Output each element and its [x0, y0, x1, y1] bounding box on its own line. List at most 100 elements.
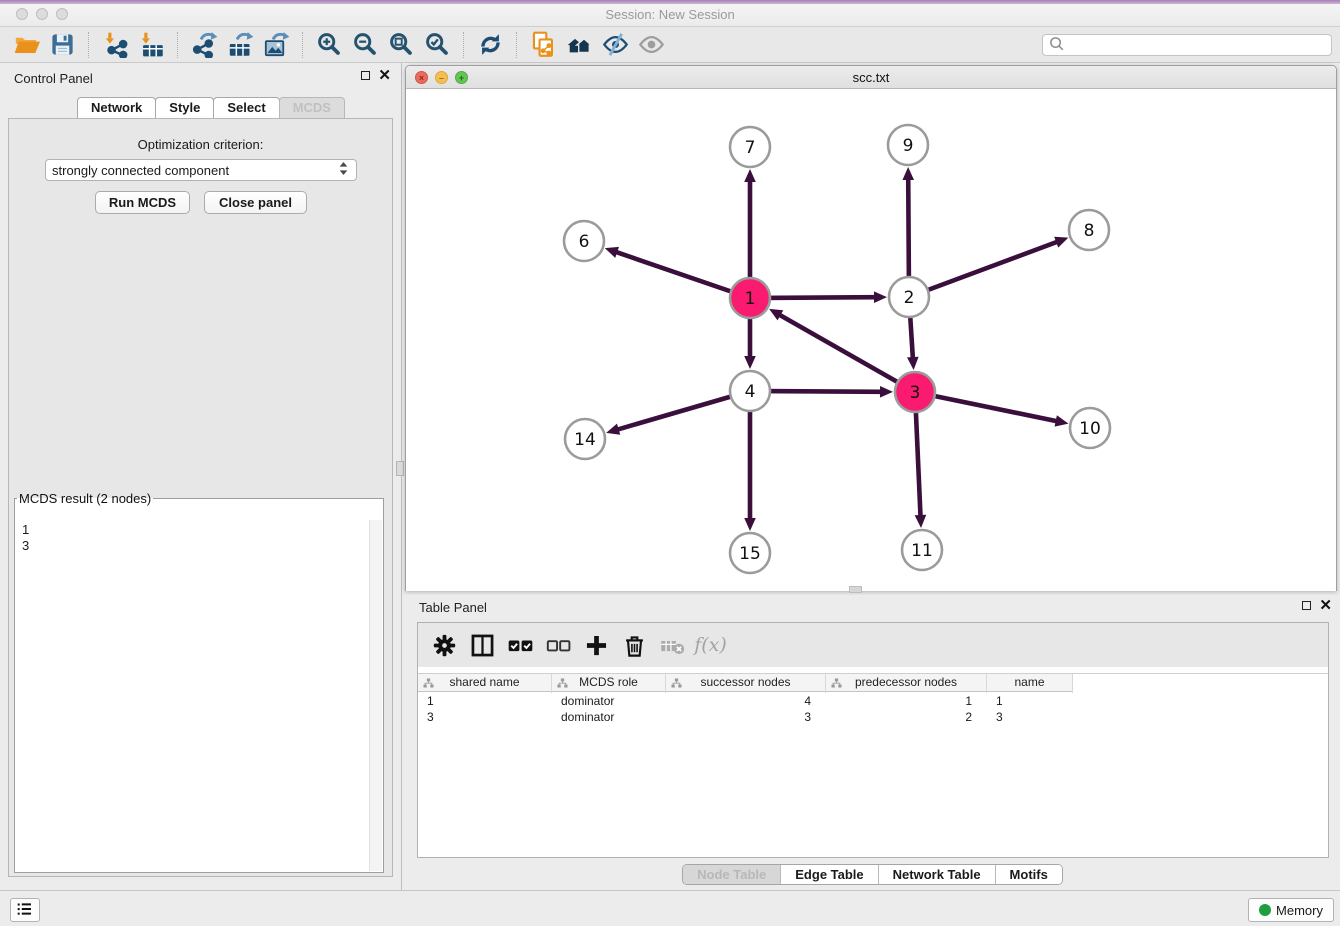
export-image-icon[interactable] [258, 30, 294, 60]
deselect-all-icon[interactable] [542, 630, 575, 660]
run-mcds-button[interactable]: Run MCDS [95, 191, 190, 214]
zoom-fit-icon[interactable] [383, 30, 419, 60]
graph-node-label: 3 [910, 383, 921, 403]
select-all-icon[interactable] [504, 630, 537, 660]
table-cell[interactable]: 4 [666, 693, 826, 709]
column-header-MCDS-role[interactable]: MCDS role [552, 674, 666, 693]
graph-arrowhead [744, 356, 756, 369]
search-field[interactable] [1042, 34, 1332, 56]
network-graph[interactable]: 1234678910111415 [406, 89, 1336, 591]
zoom-selected-icon[interactable] [419, 30, 455, 60]
dropdown-value: strongly connected component [52, 163, 337, 178]
column-header-name[interactable]: name [987, 674, 1073, 693]
graph-node-label: 2 [904, 288, 915, 308]
graph-node-label: 1 [745, 289, 756, 309]
mcds-result-title: MCDS result (2 nodes) [17, 491, 153, 506]
network-window-titlebar[interactable]: × – + scc.txt [406, 66, 1336, 89]
show-hidden-icon [633, 30, 669, 60]
function-builder-icon: f(x) [694, 630, 727, 660]
graph-edge-1-6[interactable] [615, 252, 750, 298]
table-cell[interactable]: dominator [552, 709, 666, 725]
close-panel-button[interactable]: Close panel [204, 191, 307, 214]
graph-edge-3-1[interactable] [779, 314, 915, 392]
graph-arrowhead [605, 247, 619, 258]
network-view-window: × – + scc.txt 1234678910111415 [405, 65, 1337, 591]
graph-arrowhead [744, 169, 756, 182]
tab-edge-table[interactable]: Edge Table [781, 865, 878, 884]
table-cell[interactable]: 3 [987, 709, 1073, 725]
mcds-result-area[interactable]: 13 [16, 520, 382, 871]
add-row-icon[interactable] [580, 630, 613, 660]
tab-motifs[interactable]: Motifs [996, 865, 1062, 884]
table-cell[interactable]: 2 [826, 709, 987, 725]
graph-node-label: 11 [911, 541, 933, 561]
export-network-icon[interactable] [186, 30, 222, 60]
delete-row-icon[interactable] [618, 630, 651, 660]
column-type-icon [671, 677, 682, 694]
status-bar: Memory [0, 890, 1340, 926]
table-body: 1dominator4113dominator323 [418, 693, 1328, 857]
toolbar-separator [463, 32, 464, 58]
float-panel-icon[interactable] [361, 71, 370, 80]
tab-node-table[interactable]: Node Table [683, 865, 781, 884]
graph-edge-2-8[interactable] [909, 242, 1058, 297]
close-table-panel-icon[interactable]: ✕ [1319, 600, 1332, 611]
table-cell[interactable]: 1 [987, 693, 1073, 709]
split-column-icon[interactable] [466, 630, 499, 660]
export-table-icon[interactable] [222, 30, 258, 60]
horizontal-splitter-handle[interactable] [849, 586, 862, 593]
gear-icon[interactable] [428, 630, 461, 660]
list-icon [14, 898, 36, 923]
task-history-button[interactable] [10, 898, 40, 922]
tab-network-table[interactable]: Network Table [879, 865, 996, 884]
tab-style[interactable]: Style [155, 97, 214, 118]
control-panel-tabs: NetworkStyleSelectMCDS [77, 97, 344, 118]
table-cell[interactable]: 1 [418, 693, 552, 709]
node-table-container: f(x) shared nameMCDS rolesuccessor nodes… [417, 622, 1329, 858]
graph-arrowhead [1054, 237, 1068, 248]
open-session-icon[interactable] [8, 30, 44, 60]
hide-selected-icon[interactable] [597, 30, 633, 60]
vertical-splitter[interactable] [401, 63, 402, 890]
table-cell[interactable]: 3 [666, 709, 826, 725]
toolbar-separator [516, 32, 517, 58]
close-panel-icon[interactable]: ✕ [378, 70, 391, 81]
mcds-panel: Optimization criterion: strongly connect… [8, 118, 393, 877]
table-row[interactable]: 1dominator411 [418, 693, 1328, 709]
column-header-predecessor-nodes[interactable]: predecessor nodes [826, 674, 987, 693]
mcds-result-line: 3 [22, 538, 376, 554]
optimization-dropdown[interactable]: strongly connected component [45, 159, 357, 181]
tab-select[interactable]: Select [213, 97, 279, 118]
table-cell[interactable]: 3 [418, 709, 552, 725]
float-table-panel-icon[interactable] [1302, 601, 1311, 610]
import-network-icon[interactable] [97, 30, 133, 60]
network-canvas[interactable]: 1234678910111415 [406, 89, 1336, 591]
zoom-out-icon[interactable] [347, 30, 383, 60]
column-header-successor-nodes[interactable]: successor nodes [666, 674, 826, 693]
tab-network[interactable]: Network [77, 97, 156, 118]
memory-button[interactable]: Memory [1248, 898, 1334, 922]
search-input[interactable] [1065, 36, 1326, 53]
show-all-networks-icon[interactable] [561, 30, 597, 60]
graph-node-label: 7 [745, 138, 756, 158]
table-cell[interactable]: 1 [826, 693, 987, 709]
column-header-shared-name[interactable]: shared name [418, 674, 552, 693]
tab-mcds[interactable]: MCDS [279, 97, 345, 118]
graph-edge-3-10[interactable] [915, 392, 1058, 421]
save-session-icon[interactable] [44, 30, 80, 60]
result-scrollbar[interactable] [369, 520, 382, 871]
vertical-splitter-handle[interactable] [396, 461, 404, 476]
zoom-in-icon[interactable] [311, 30, 347, 60]
apply-layout-icon[interactable] [472, 30, 508, 60]
optimization-label: Optimization criterion: [9, 137, 392, 152]
graph-arrowhead [880, 386, 893, 398]
main-toolbar [0, 27, 1340, 63]
table-header-row: shared nameMCDS rolesuccessor nodesprede… [418, 673, 1328, 692]
graph-node-label: 10 [1079, 419, 1101, 439]
table-row[interactable]: 3dominator323 [418, 709, 1328, 725]
app-window: { "window": { "title": "Session: New Ses… [0, 0, 1340, 926]
table-cell[interactable]: dominator [552, 693, 666, 709]
copy-style-icon[interactable] [525, 30, 561, 60]
import-table-icon[interactable] [133, 30, 169, 60]
graph-node-label: 6 [579, 232, 590, 252]
